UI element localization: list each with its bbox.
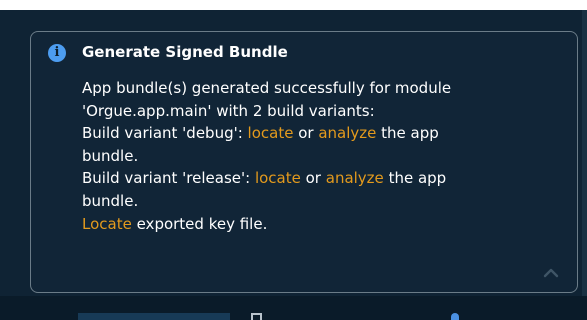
notification-body: App bundle(s) generated successfully for… <box>82 77 552 235</box>
the-app-text: the app <box>376 124 439 143</box>
notification-balloon: i Generate Signed Bundle App bundle(s) g… <box>30 31 578 293</box>
analyze-release-link[interactable]: analyze <box>326 169 384 187</box>
release-variant-line: Build variant 'release': locate or analy… <box>82 167 552 190</box>
or-text: or <box>300 169 326 188</box>
key-file-line: Locate exported key file. <box>82 213 552 236</box>
release-variant-wrap: bundle. <box>82 191 139 210</box>
tool-window-icon[interactable] <box>451 313 459 320</box>
notification-title: Generate Signed Bundle <box>82 43 288 61</box>
or-text: or <box>293 124 319 143</box>
debug-variant-label: Build variant 'debug': <box>82 124 248 143</box>
tool-tab-active[interactable] <box>78 313 230 320</box>
message-line: App bundle(s) generated successfully for… <box>82 79 452 97</box>
locate-key-file-link[interactable]: Locate <box>82 215 132 233</box>
the-app-text: the app <box>383 169 447 188</box>
locate-release-link[interactable]: locate <box>255 169 301 187</box>
key-file-text: exported key file. <box>131 214 268 233</box>
chevron-up-icon[interactable] <box>543 266 559 278</box>
top-edge <box>0 0 587 10</box>
message-line: 'Orgue.app.main' with 2 build variants: <box>82 101 375 120</box>
debug-variant-line: Build variant 'debug': locate or analyze… <box>82 122 552 145</box>
analyze-debug-link[interactable]: analyze <box>318 124 376 142</box>
locate-debug-link[interactable]: locate <box>248 124 294 142</box>
debug-variant-wrap: bundle. <box>82 146 139 165</box>
scrollbar-track[interactable] <box>582 10 587 296</box>
release-variant-label: Build variant 'release': <box>82 169 255 188</box>
terminal-icon[interactable] <box>251 313 262 320</box>
info-icon: i <box>48 44 66 62</box>
